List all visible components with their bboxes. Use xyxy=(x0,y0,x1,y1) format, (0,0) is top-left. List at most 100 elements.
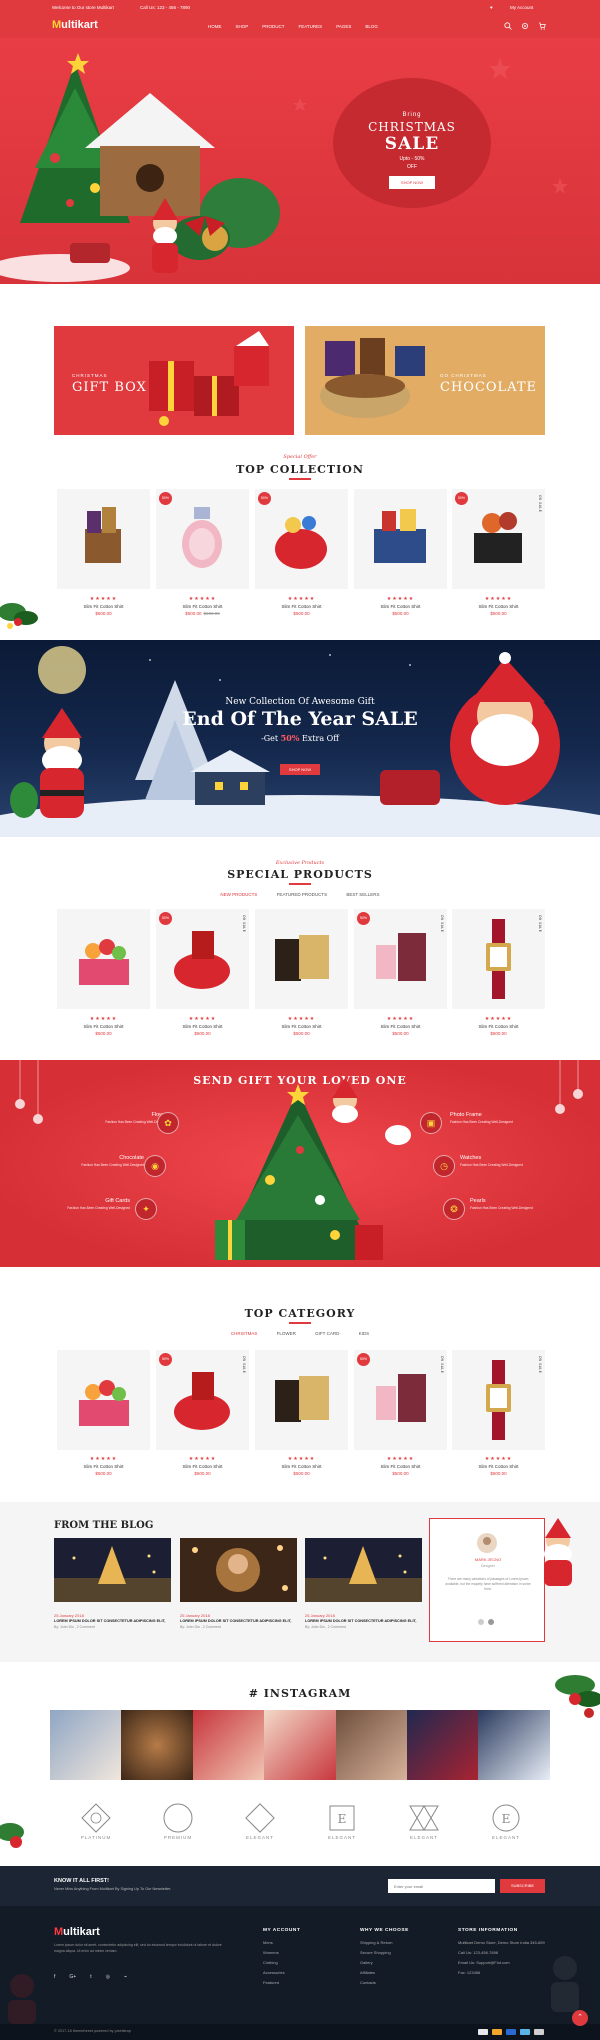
instagram-photo[interactable] xyxy=(335,1710,407,1780)
google-plus-icon[interactable]: G+ xyxy=(69,1974,76,1980)
nav-item-shop[interactable]: SHOP xyxy=(236,24,249,29)
footer-link[interactable]: Shipping & Return xyxy=(360,1940,409,1945)
instagram-photo[interactable] xyxy=(478,1710,550,1780)
tab-kids[interactable]: KIDS xyxy=(359,1331,370,1336)
footer-link[interactable]: Womens xyxy=(263,1950,300,1955)
product-card[interactable] xyxy=(57,489,150,589)
blog-post-title[interactable]: LOREM IPSUM DOLOR SIT CONSECTETUR ADIPIS… xyxy=(180,1619,297,1624)
instagram-photo[interactable] xyxy=(264,1710,336,1780)
product-name[interactable]: Slim Fit Cotton Shirt xyxy=(452,604,545,609)
product-name[interactable]: Slim Fit Cotton Shirt xyxy=(354,604,447,609)
tab-gift-card[interactable]: GIFT CARD xyxy=(315,1331,339,1336)
rss-icon[interactable]: ⌁ xyxy=(124,1974,127,1980)
instagram-photo[interactable] xyxy=(121,1710,193,1780)
blog-post-title[interactable]: LOREM IPSUM DOLOR SIT CONSECTETUR ADIPIS… xyxy=(305,1619,422,1624)
brand-logo[interactable]: PREMIUM xyxy=(148,1802,208,1842)
footer-link[interactable]: Gallery xyxy=(360,1960,409,1965)
footer-link[interactable]: Affiliates xyxy=(360,1970,409,1975)
hero-shop-now-button[interactable]: SHOP NOW xyxy=(388,176,436,189)
instagram-photo[interactable] xyxy=(192,1710,265,1780)
store-email[interactable]: Email Us: Support@Fiot.com xyxy=(458,1960,548,1965)
footer-link[interactable]: Secure Shopping xyxy=(360,1950,409,1955)
brand-logo[interactable]: E ELEGANT xyxy=(476,1802,536,1842)
cart-icon[interactable] xyxy=(538,22,546,30)
gift-item-chocolate[interactable]: Chocolate Fashion Has Been Creating Well-… xyxy=(60,1155,144,1167)
product-name[interactable]: Slim Fit Cotton Shirt xyxy=(452,1464,545,1469)
product-card[interactable] xyxy=(255,909,348,1009)
product-name[interactable]: Slim Fit Cotton Shirt xyxy=(255,604,348,609)
product-card[interactable]: 50% ON SALE xyxy=(156,909,249,1009)
footer-link[interactable]: Featured xyxy=(263,1980,300,1985)
product-name[interactable]: Slim Fit Cotton Shirt xyxy=(57,1464,150,1469)
product-card[interactable] xyxy=(57,1350,150,1450)
tab-best-sellers[interactable]: BEST SELLERS xyxy=(346,892,379,897)
nav-item-home[interactable]: HOME xyxy=(208,24,222,29)
product-card[interactable] xyxy=(57,909,150,1009)
blog-post[interactable]: 25 January 2018 LOREM IPSUM DOLOR SIT CO… xyxy=(54,1538,171,1629)
product-card[interactable] xyxy=(255,1350,348,1450)
blog-post[interactable]: 25 January 2018 LOREM IPSUM DOLOR SIT CO… xyxy=(180,1538,297,1629)
sale-shop-now-button[interactable]: SHOP NOW xyxy=(280,764,320,775)
product-name[interactable]: Slim Fit Cotton Shirt xyxy=(156,1024,249,1029)
banner-chocolate[interactable]: GO CHRISTMAS CHOCOLATE xyxy=(305,326,545,435)
product-name[interactable]: Slim Fit Cotton Shirt xyxy=(57,1024,150,1029)
product-card[interactable]: ON SALE xyxy=(452,909,545,1009)
product-name[interactable]: Slim Fit Cotton Shirt xyxy=(156,604,249,609)
blog-post-title[interactable]: LOREM IPSUM DOLOR SIT CONSECTETUR ADIPIS… xyxy=(54,1619,171,1624)
subscribe-button[interactable]: SUBSCRIBE xyxy=(500,1879,545,1893)
gift-item-gift-cards[interactable]: Gift Cards Fashion Has Been Creating Well… xyxy=(46,1198,130,1210)
product-card[interactable]: 50% xyxy=(156,489,249,589)
nav-item-blog[interactable]: BLOG xyxy=(365,24,378,29)
newsletter-email-input[interactable] xyxy=(388,1879,495,1893)
my-account-link[interactable]: My Account xyxy=(510,5,533,10)
twitter-icon[interactable]: t xyxy=(90,1974,91,1980)
facebook-icon[interactable]: f xyxy=(54,1974,55,1980)
scroll-to-top-button[interactable]: ⌃ xyxy=(572,2010,588,2026)
product-card[interactable]: 50% ON SALE xyxy=(354,909,447,1009)
product-name[interactable]: Slim Fit Cotton Shirt xyxy=(255,1024,348,1029)
brand-logo[interactable]: PLATINUM xyxy=(66,1802,126,1842)
product-card[interactable] xyxy=(354,489,447,589)
tab-christmas[interactable]: CHRISTMAS xyxy=(231,1331,258,1336)
tab-featured-products[interactable]: FEATURED PRODUCTS xyxy=(277,892,327,897)
search-icon[interactable] xyxy=(504,22,512,30)
product-name[interactable]: Slim Fit Cotton Shirt xyxy=(354,1024,447,1029)
gift-item-photo-frame[interactable]: Photo Frame Fashion Has Been Creating Wel… xyxy=(450,1112,534,1124)
blog-post[interactable]: 25 January 2018 LOREM IPSUM DOLOR SIT CO… xyxy=(305,1538,422,1629)
gift-item-watches[interactable]: Watches Fashion Has Been Creating Well-De… xyxy=(460,1155,544,1167)
wishlist-icon[interactable]: ♥ xyxy=(490,5,493,10)
logo[interactable]: Multikart xyxy=(52,19,98,31)
gear-icon[interactable] xyxy=(521,22,529,30)
product-name[interactable]: Slim Fit Cotton Shirt xyxy=(452,1024,545,1029)
footer-link[interactable]: Mens xyxy=(263,1940,300,1945)
brand-logo[interactable]: E ELEGANT xyxy=(312,1802,372,1842)
nav-item-product[interactable]: PRODUCT xyxy=(262,24,284,29)
product-card[interactable]: 50% ON SALE xyxy=(452,489,545,589)
product-name[interactable]: Slim Fit Cotton Shirt xyxy=(354,1464,447,1469)
tab-new-products[interactable]: NEW PRODUCTS xyxy=(220,892,257,897)
footer-logo[interactable]: Multikart xyxy=(54,1926,100,1938)
nav-item-pages[interactable]: PAGES xyxy=(336,24,351,29)
brand-logo[interactable]: ELEGANT xyxy=(394,1802,454,1842)
footer-link[interactable]: Clothing xyxy=(263,1960,300,1965)
slider-dot[interactable] xyxy=(488,1619,494,1625)
instagram-photo[interactable] xyxy=(406,1710,479,1780)
brand-logo[interactable]: ELEGANT xyxy=(230,1802,290,1842)
nav-item-features[interactable]: FEATURES xyxy=(299,24,323,29)
instagram-icon[interactable]: ◎ xyxy=(106,1974,110,1980)
banner-gift-box[interactable]: CHRISTMAS GIFT BOX xyxy=(54,326,294,435)
slider-dot[interactable] xyxy=(478,1619,484,1625)
gift-item-pearls[interactable]: Pearls Fashion Has Been Creating Well-Des… xyxy=(470,1198,554,1210)
product-name[interactable]: Slim Fit Cotton Shirt xyxy=(57,604,150,609)
tab-flower[interactable]: FLOWER xyxy=(277,1331,296,1336)
product-card[interactable]: ON SALE xyxy=(452,1350,545,1450)
gift-item-flower[interactable]: FlowerFashion Has Been Creating Well-Des… xyxy=(84,1112,168,1124)
product-card[interactable]: 50% xyxy=(255,489,348,589)
footer-link[interactable]: Accessories xyxy=(263,1970,300,1975)
product-name[interactable]: Slim Fit Cotton Shirt xyxy=(255,1464,348,1469)
footer-link[interactable]: Contacts xyxy=(360,1980,409,1985)
product-card[interactable]: 50% ON SALE xyxy=(156,1350,249,1450)
product-card[interactable]: 50% ON SALE xyxy=(354,1350,447,1450)
instagram-photo[interactable] xyxy=(50,1710,122,1780)
product-name[interactable]: Slim Fit Cotton Shirt xyxy=(156,1464,249,1469)
